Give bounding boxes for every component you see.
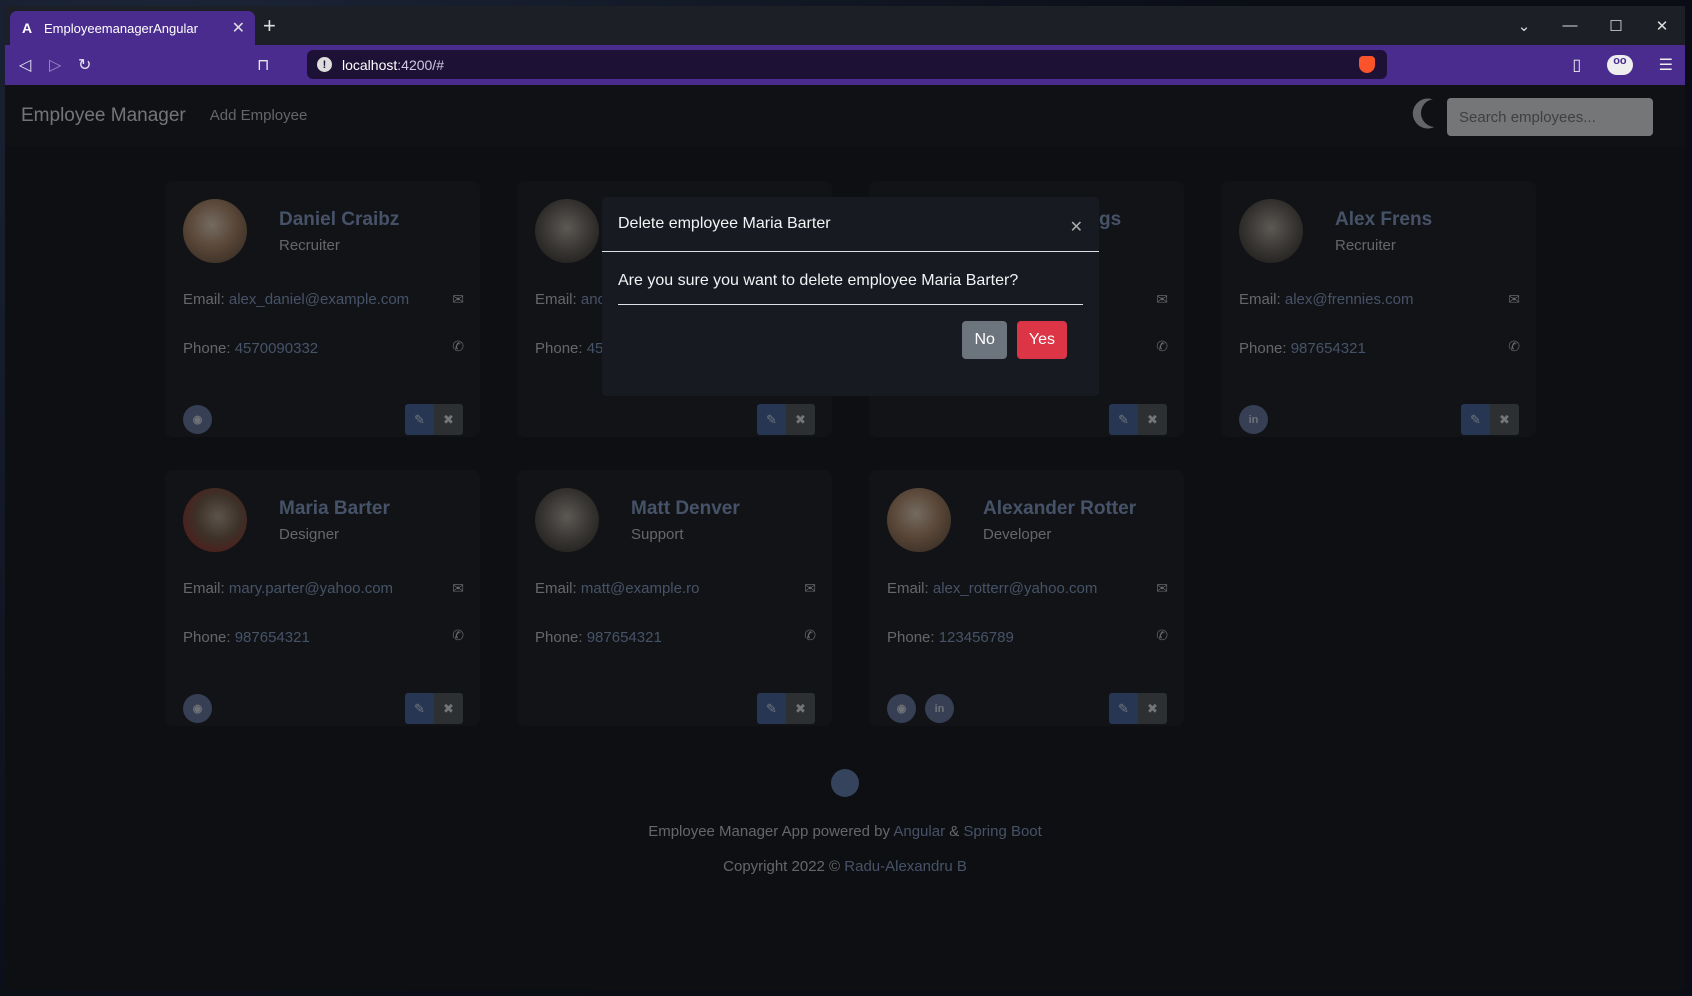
close-window-icon[interactable]: ✕	[1639, 6, 1685, 45]
url-field[interactable]: ! localhost:4200/#	[307, 50, 1387, 79]
yes-button[interactable]: Yes	[1016, 321, 1067, 359]
modal-footer: No Yes	[602, 305, 1099, 359]
browser-tab[interactable]: A EmployeemanagerAngular ✕	[10, 11, 255, 45]
minimize-icon[interactable]: —	[1547, 6, 1593, 45]
reload-icon[interactable]: ↻	[78, 55, 91, 75]
close-icon[interactable]: ✕	[1070, 217, 1083, 237]
modal-header: Delete employee Maria Barter ✕	[602, 197, 1099, 252]
modal-title: Delete employee Maria Barter	[618, 215, 831, 232]
new-tab-icon[interactable]: +	[263, 13, 276, 39]
url-path: :4200/#	[397, 56, 444, 73]
back-icon[interactable]: ◁	[19, 55, 31, 75]
angular-favicon-icon: A	[21, 20, 33, 36]
window-controls: ⌄ — ☐ ✕	[1501, 6, 1685, 45]
delete-modal: Delete employee Maria Barter ✕ Are you s…	[602, 197, 1099, 396]
address-bar: ◁ ▷ ↻ ⊓ ! localhost:4200/# ▯ oo ☰	[5, 45, 1685, 85]
no-button[interactable]: No	[962, 321, 1007, 359]
menu-icon[interactable]: ☰	[1659, 55, 1673, 75]
brave-shield-icon[interactable]	[1359, 56, 1375, 73]
sidebar-icon[interactable]: ▯	[1572, 55, 1581, 75]
wallet-icon[interactable]: oo	[1607, 55, 1633, 75]
close-tab-icon[interactable]: ✕	[232, 18, 245, 38]
tab-bar: A EmployeemanagerAngular ✕ + ⌄ — ☐ ✕	[5, 6, 1685, 45]
modal-body: Are you sure you want to delete employee…	[618, 252, 1083, 305]
tab-search-icon[interactable]: ⌄	[1501, 6, 1547, 45]
browser-window: A EmployeemanagerAngular ✕ + ⌄ — ☐ ✕ ◁ ▷…	[5, 6, 1685, 990]
browser-toolbar-icons: ▯ oo ☰	[1572, 55, 1673, 75]
bookmark-icon[interactable]: ⊓	[257, 55, 269, 75]
forward-icon[interactable]: ▷	[49, 55, 61, 75]
maximize-icon[interactable]: ☐	[1593, 6, 1639, 45]
url-host: localhost	[342, 56, 398, 73]
app-root: Employee Manager Add Employee Daniel Cra…	[5, 85, 1685, 990]
site-info-icon[interactable]: !	[317, 57, 332, 72]
tab-title: EmployeemanagerAngular	[44, 20, 198, 36]
